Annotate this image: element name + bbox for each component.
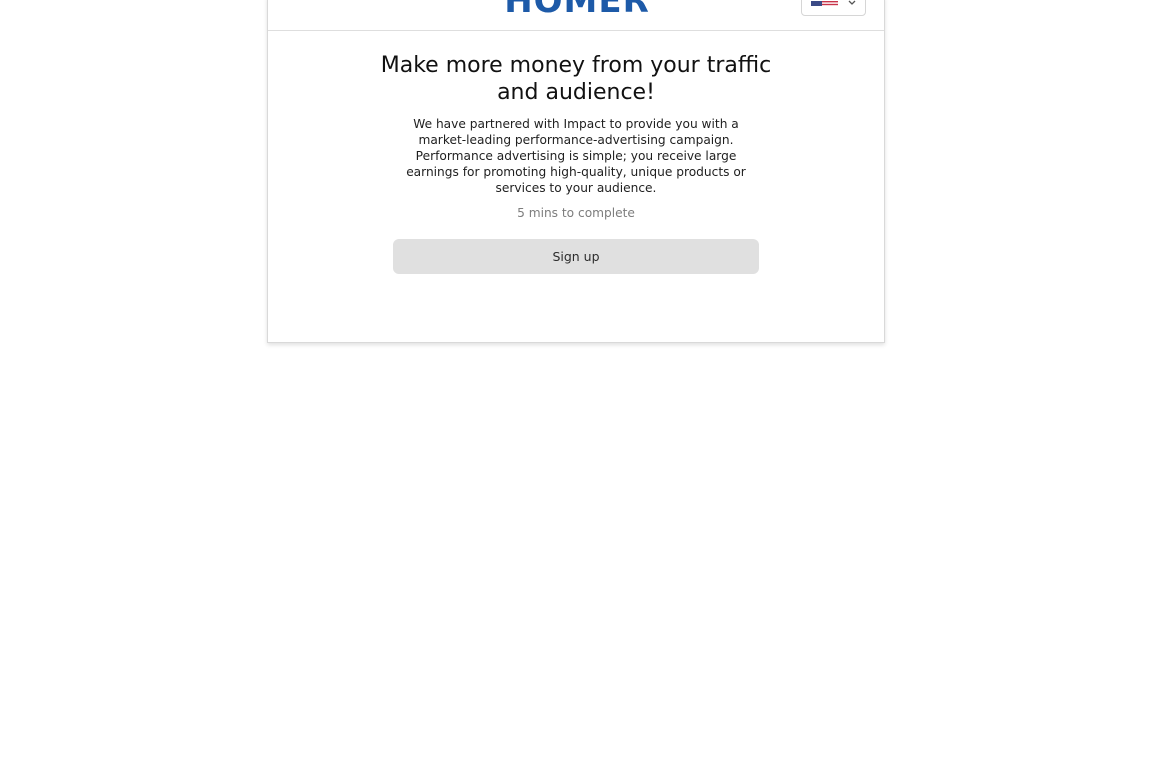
time-to-complete: 5 mins to complete bbox=[517, 206, 635, 220]
us-flag-icon bbox=[811, 0, 838, 6]
sign-up-button[interactable]: Sign up bbox=[393, 239, 759, 274]
signup-card: HOMER Make more money from your bbox=[267, 0, 885, 343]
campaign-description: We have partnered with Impact to provide… bbox=[406, 117, 746, 195]
card-header: HOMER bbox=[268, 0, 884, 31]
main-content: Make more money from your traffic and au… bbox=[268, 52, 884, 274]
language-selector[interactable] bbox=[801, 0, 866, 16]
page-title: Make more money from your traffic and au… bbox=[380, 53, 772, 105]
chevron-down-icon bbox=[847, 0, 857, 6]
homer-logo: HOMER bbox=[503, 0, 651, 18]
logo-text: HOMER bbox=[504, 0, 650, 18]
